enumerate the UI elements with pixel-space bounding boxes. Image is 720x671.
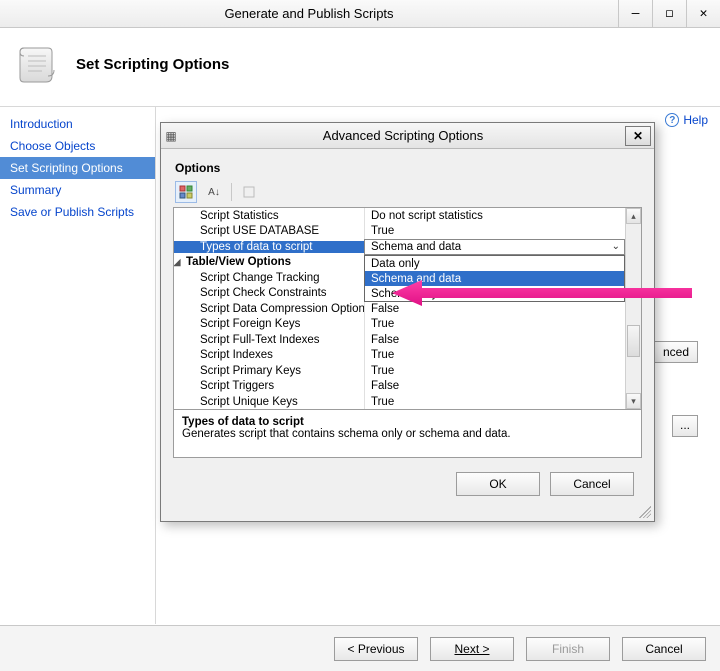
grid-row-label: Script Check Constraints xyxy=(174,287,364,299)
property-description-text: Generates script that contains schema on… xyxy=(182,428,633,440)
window-minimize-button[interactable]: — xyxy=(618,0,652,27)
wizard-nav: Introduction Choose Objects Set Scriptin… xyxy=(0,107,155,624)
grid-row-value[interactable]: True xyxy=(364,317,625,333)
dialog-close-button[interactable]: ✕ xyxy=(625,126,651,146)
grid-row-value[interactable]: True xyxy=(364,394,625,410)
grid-row-value[interactable]: Do not script statistics xyxy=(364,208,625,224)
grid-row-label: Script Triggers xyxy=(174,380,364,392)
grid-row-label: Script Unique Keys xyxy=(174,396,364,408)
nav-choose-objects[interactable]: Choose Objects xyxy=(0,135,155,157)
dropdown-option-schema-only[interactable]: Schema only xyxy=(365,286,624,301)
grid-row[interactable]: Script Full-Text IndexesFalse xyxy=(174,332,625,348)
grid-row[interactable]: Script Foreign KeysTrue xyxy=(174,317,625,333)
window-close-button[interactable]: ✕ xyxy=(686,0,720,27)
grid-row-value[interactable]: False xyxy=(364,332,625,348)
options-section-label: Options xyxy=(175,161,642,175)
chevron-down-icon[interactable]: ⌄ xyxy=(612,241,620,252)
grid-row-value[interactable]: True xyxy=(364,224,625,240)
next-button[interactable]: Next > xyxy=(430,637,514,661)
types-of-data-dropdown[interactable]: Data only Schema and data Schema only xyxy=(364,255,625,302)
grid-row-label: Script Statistics xyxy=(174,210,364,222)
property-description-pane: Types of data to script Generates script… xyxy=(173,410,642,458)
grid-row[interactable]: Script TriggersFalse xyxy=(174,379,625,395)
grid-row[interactable]: Script Primary KeysTrue xyxy=(174,363,625,379)
nav-save-or-publish[interactable]: Save or Publish Scripts xyxy=(0,201,155,223)
grid-scrollbar[interactable]: ▴ ▾ xyxy=(625,208,641,409)
dialog-titlebar[interactable]: ▦ Advanced Scripting Options ✕ xyxy=(161,123,654,149)
categorized-icon xyxy=(179,185,193,199)
dialog-cancel-button[interactable]: Cancel xyxy=(550,472,634,496)
advanced-scripting-options-dialog: ▦ Advanced Scripting Options ✕ Options A… xyxy=(160,122,655,522)
grid-row-label: Script Data Compression Options xyxy=(174,303,364,315)
dropdown-option-data-only[interactable]: Data only xyxy=(365,256,624,271)
cancel-button[interactable]: Cancel xyxy=(622,637,706,661)
help-icon: ? xyxy=(665,113,679,127)
window-maximize-button[interactable]: ◻ xyxy=(652,0,686,27)
grid-row-label: Script Primary Keys xyxy=(174,365,364,377)
collapse-icon[interactable]: ◢ xyxy=(174,257,182,268)
grid-row[interactable]: Script Unique KeysTrue xyxy=(174,394,625,410)
alphabetical-view-button[interactable]: A↓ xyxy=(203,181,225,203)
previous-button[interactable]: < Previous xyxy=(334,637,418,661)
scroll-up-button[interactable]: ▴ xyxy=(626,208,641,224)
grid-row-label: Types of data to script xyxy=(174,241,364,253)
scroll-track[interactable] xyxy=(626,224,641,393)
grid-row-label: Script Indexes xyxy=(174,349,364,361)
dialog-app-icon: ▦ xyxy=(161,129,181,143)
help-link[interactable]: ? Help xyxy=(665,113,708,127)
grid-row[interactable]: Script IndexesTrue xyxy=(174,348,625,364)
grid-row-value[interactable]: False xyxy=(364,301,625,317)
scroll-thumb[interactable] xyxy=(627,325,640,357)
property-pages-button[interactable] xyxy=(238,181,260,203)
grid-row-value[interactable]: True xyxy=(364,363,625,379)
grid-row[interactable]: Types of data to scriptSchema and data⌄ xyxy=(174,239,625,255)
grid-row-value[interactable]: False xyxy=(364,379,625,395)
grid-row-label: ◢Table/View Options xyxy=(174,256,364,268)
page-title: Set Scripting Options xyxy=(76,56,229,73)
grid-row-value[interactable]: Schema and data⌄ xyxy=(364,239,625,255)
scroll-down-button[interactable]: ▾ xyxy=(626,393,641,409)
options-property-grid[interactable]: Script StatisticsDo not script statistic… xyxy=(173,207,642,410)
grid-row-label: Script Change Tracking xyxy=(174,272,364,284)
grid-row[interactable]: Script Data Compression OptionsFalse xyxy=(174,301,625,317)
grid-row-value[interactable]: True xyxy=(364,348,625,364)
dialog-ok-button[interactable]: OK xyxy=(456,472,540,496)
dropdown-option-schema-and-data[interactable]: Schema and data xyxy=(365,271,624,286)
grid-row-label: Script USE DATABASE xyxy=(174,225,364,237)
window-title: Generate and Publish Scripts xyxy=(0,0,618,27)
help-label: Help xyxy=(683,113,708,127)
grid-row-label: Script Full-Text Indexes xyxy=(174,334,364,346)
wizard-header: Set Scripting Options xyxy=(0,28,720,107)
propertygrid-toolbar: A↓ xyxy=(175,181,642,203)
grid-row-label: Script Foreign Keys xyxy=(174,318,364,330)
grid-row[interactable]: Script StatisticsDo not script statistic… xyxy=(174,208,625,224)
window-titlebar: Generate and Publish Scripts — ◻ ✕ xyxy=(0,0,720,28)
nav-set-scripting-options[interactable]: Set Scripting Options xyxy=(0,157,155,179)
nav-introduction[interactable]: Introduction xyxy=(0,113,155,135)
property-description-title: Types of data to script xyxy=(182,416,633,428)
grid-row[interactable]: Script USE DATABASETrue xyxy=(174,224,625,240)
script-scroll-icon xyxy=(16,42,60,86)
finish-button: Finish xyxy=(526,637,610,661)
sort-az-icon: A↓ xyxy=(208,187,220,198)
wizard-button-bar: < Previous Next > Finish Cancel xyxy=(0,625,720,671)
categorized-view-button[interactable] xyxy=(175,181,197,203)
dialog-title: Advanced Scripting Options xyxy=(181,128,625,143)
nav-summary[interactable]: Summary xyxy=(0,179,155,201)
pages-icon xyxy=(242,185,256,199)
browse-button[interactable]: ... xyxy=(672,415,698,437)
dialog-resize-grip[interactable] xyxy=(639,506,651,518)
